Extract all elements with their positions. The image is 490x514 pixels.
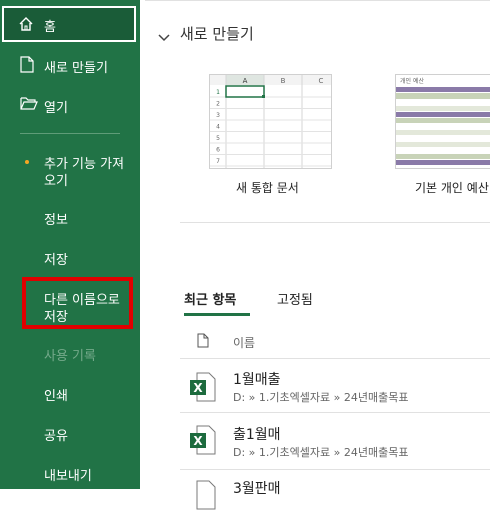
row-header: 1 [216, 89, 220, 96]
sidebar-item-label-line2: 오기 [44, 174, 68, 189]
top-divider [145, 0, 490, 1]
sidebar-item-home[interactable]: 홈 [2, 6, 136, 42]
sidebar-item-print[interactable]: 인쇄 [0, 385, 140, 405]
sidebar-item-info[interactable]: 정보 [0, 209, 140, 229]
sidebar-item-get-addins[interactable]: 추가 기능 가져 오기 [0, 153, 140, 189]
row-header: 5 [216, 135, 220, 142]
template-label: 새 통합 문서 [236, 181, 299, 195]
file-name[interactable]: 3월판매 [233, 478, 281, 498]
excel-file-icon: X [189, 425, 217, 459]
tab-recent[interactable]: 최근 항목 [184, 289, 236, 308]
sidebar-item-export[interactable]: 내보내기 [0, 465, 140, 485]
new-document-icon [20, 56, 34, 77]
active-tab-indicator [184, 313, 250, 316]
template-personal-budget[interactable]: 개인 예산 [395, 74, 490, 169]
file-path: D: » 1.기초엑셀자료 » 24년매출목표 [233, 391, 409, 404]
row-header: 4 [216, 124, 220, 131]
highlight-box [22, 277, 133, 329]
section-title[interactable]: 새로 만들기 [180, 23, 254, 44]
sidebar-item-history: 사용 기록 [0, 345, 140, 365]
row-header: 7 [216, 158, 220, 165]
notification-dot [25, 160, 29, 164]
tab-pinned[interactable]: 고정됨 [277, 289, 313, 308]
row-divider [180, 469, 490, 470]
sidebar-item-save[interactable]: 저장 [0, 249, 140, 269]
sidebar-item-label: 공유 [44, 429, 68, 444]
row-header: 6 [216, 147, 220, 154]
column-header-b: B [281, 77, 286, 85]
sidebar-item-label: 인쇄 [44, 389, 68, 404]
section-divider [180, 222, 490, 223]
column-header-c: C [319, 77, 324, 85]
open-folder-icon [20, 96, 38, 115]
sidebar-item-label: 홈 [44, 20, 56, 35]
sidebar-item-label: 저장 [44, 253, 68, 268]
file-name[interactable]: 출1월매 [233, 424, 281, 444]
home-icon [18, 16, 34, 36]
template-label: 기본 개인 예산 [415, 181, 489, 195]
file-name[interactable]: 1월매출 [233, 369, 281, 389]
sidebar-item-label: 사용 기록 [44, 349, 96, 364]
chevron-down-icon[interactable] [158, 27, 170, 46]
sidebar-item-label: 내보내기 [44, 469, 92, 484]
template-blank-workbook[interactable]: A B C 1 2 3 4 5 6 7 [209, 74, 332, 169]
sidebar-item-open[interactable]: 열기 [0, 97, 140, 117]
excel-file-icon: X [189, 372, 217, 406]
sidebar-divider [20, 133, 120, 134]
column-header-a: A [243, 77, 248, 85]
row-header: 3 [216, 112, 220, 119]
column-header-name[interactable]: 이름 [233, 334, 255, 351]
svg-text:X: X [193, 434, 203, 448]
sidebar-item-new[interactable]: 새로 만들기 [0, 56, 140, 77]
backstage-sidebar: 홈 새로 만들기 열기 추가 기능 가져 오기 정보 저장 다른 이름으로 저장… [0, 0, 140, 489]
sidebar-item-share[interactable]: 공유 [0, 425, 140, 445]
thumb-title: 개인 예산 [400, 77, 424, 85]
svg-text:X: X [193, 381, 203, 395]
file-path: D: » 1.기초엑셀자료 » 24년매출목표 [233, 446, 409, 459]
sidebar-item-label: 정보 [44, 213, 68, 228]
row-header: 2 [216, 101, 220, 108]
document-icon [197, 333, 209, 352]
sidebar-item-label: 새로 만들기 [44, 61, 108, 76]
row-divider [180, 412, 490, 413]
excel-file-icon [189, 480, 217, 514]
sidebar-item-label: 열기 [44, 101, 68, 116]
